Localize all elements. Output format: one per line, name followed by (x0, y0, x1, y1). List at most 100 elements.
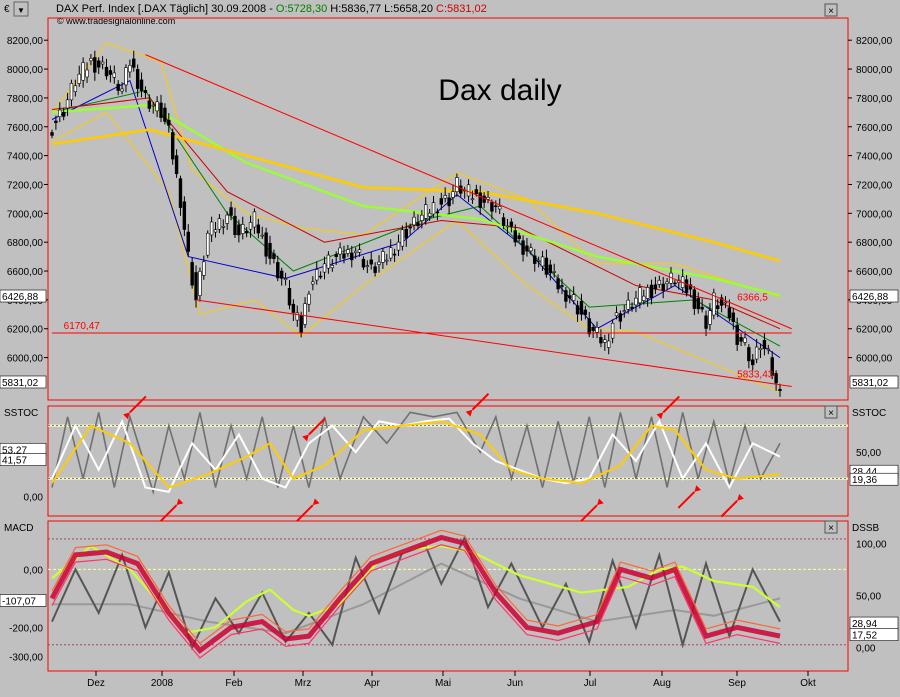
candle-body (330, 265, 334, 269)
candle-body (373, 266, 377, 273)
candle-body (568, 295, 572, 299)
sstoc-close-button[interactable]: × (824, 405, 838, 419)
xtick-label: Feb (225, 678, 243, 689)
candle-body (279, 270, 284, 279)
candle-body (381, 251, 385, 263)
candle-body (416, 222, 420, 227)
candle-body (544, 257, 549, 275)
candle-body (233, 215, 237, 235)
candle-body (607, 340, 611, 348)
price-ytick-label-right: 6800,00 (856, 238, 893, 249)
candle-body (595, 327, 599, 333)
candle-body (334, 254, 338, 257)
candle-body (758, 348, 763, 350)
candle-body (112, 72, 116, 78)
candle-body (673, 282, 677, 285)
candle-body (143, 90, 148, 94)
high-value: H:5836,77 (330, 3, 381, 15)
candle-body (735, 324, 739, 345)
candle-body (474, 189, 479, 194)
price-badge-right: 6426,88 (852, 292, 889, 303)
candle-body (400, 229, 405, 247)
candle-body (116, 83, 120, 91)
candle-body (287, 288, 292, 306)
moving-average-line (51, 90, 781, 347)
candle-body (163, 107, 167, 122)
candle-body (614, 312, 619, 317)
candle-body (303, 303, 307, 325)
candle-body (221, 226, 225, 228)
xtick-label: Dez (87, 678, 105, 689)
candle-body (529, 247, 533, 252)
candle-body (587, 318, 591, 335)
candle-body (556, 278, 560, 290)
chevron-down-icon: ▼ (17, 6, 25, 15)
candle-body (708, 310, 712, 325)
candle-body (525, 245, 529, 252)
title-text: DAX Perf. Index [.DAX Täglich] 30.09.200… (56, 3, 276, 15)
candle-body (128, 65, 132, 73)
price-ytick-label-left: 7800,00 (7, 94, 44, 105)
candle-body (645, 287, 650, 299)
candle-body (307, 293, 311, 305)
candle-body (751, 359, 755, 366)
candle-body (85, 69, 89, 78)
close-icon: × (828, 523, 834, 534)
candle-body (704, 315, 708, 329)
candle-body (552, 271, 556, 273)
macd-panel-frame (47, 520, 849, 672)
candle-body (151, 104, 155, 107)
candle-body (661, 283, 665, 291)
candle-body (369, 259, 373, 265)
candle-body (731, 312, 735, 322)
signal-arrow (720, 500, 738, 518)
dax-chart: € ▼ DAX Perf. Index [.DAX Täglich] 30.09… (0, 1, 899, 689)
chart-window: € ▼ DAX Perf. Index [.DAX Täglich] 30.09… (0, 0, 900, 692)
candle-body (501, 217, 506, 227)
candle-body (533, 255, 537, 264)
candle-body (716, 305, 720, 309)
price-badge-left: 5831,02 (2, 378, 39, 389)
candle-body (174, 155, 179, 175)
sstoc-line (51, 420, 781, 489)
xtick-label: Aug (653, 678, 671, 689)
candle-body (591, 327, 595, 331)
candle-body (626, 299, 630, 310)
candle-body (194, 272, 198, 301)
xtick-label: Jun (507, 678, 523, 689)
candle-body (283, 278, 288, 280)
candle-body (54, 120, 58, 124)
candle-body (762, 339, 767, 349)
price-ytick-label-left: 6200,00 (7, 325, 44, 336)
candle-body (649, 284, 654, 299)
candle-body (560, 285, 564, 287)
price-ytick-label-left: 8200,00 (7, 36, 44, 47)
signal-arrow (159, 504, 178, 522)
close-icon: × (828, 6, 834, 17)
sstoc-ytick-left: 0,00 (24, 492, 44, 503)
candle-body (248, 222, 253, 230)
macd-badge-right: 17,52 (852, 631, 877, 642)
candle-body (81, 62, 85, 81)
price-close-button[interactable]: × (824, 3, 838, 17)
low-value: L:5658,20 (384, 3, 433, 15)
price-ytick-label-right: 6600,00 (856, 267, 893, 278)
candle-body (388, 247, 393, 259)
candle-body (727, 307, 732, 319)
signal-arrow-head (176, 498, 184, 506)
price-ytick-label-left: 8000,00 (7, 65, 44, 76)
candle-body (237, 224, 241, 236)
price-ytick-label-left: 7000,00 (7, 209, 44, 220)
sstoc-badge-left: 41,57 (2, 456, 27, 467)
candle-body (583, 309, 588, 315)
sstoc-panel-frame (47, 405, 849, 517)
candle-body (439, 198, 444, 205)
candle-body (630, 306, 634, 309)
macd-close-button[interactable]: × (824, 520, 838, 534)
candle-body (540, 256, 545, 267)
xtick-label: Jul (584, 678, 597, 689)
candle-body (622, 310, 626, 313)
candle-body (420, 214, 424, 221)
signal-arrow (677, 491, 696, 509)
candle-body (377, 261, 381, 265)
